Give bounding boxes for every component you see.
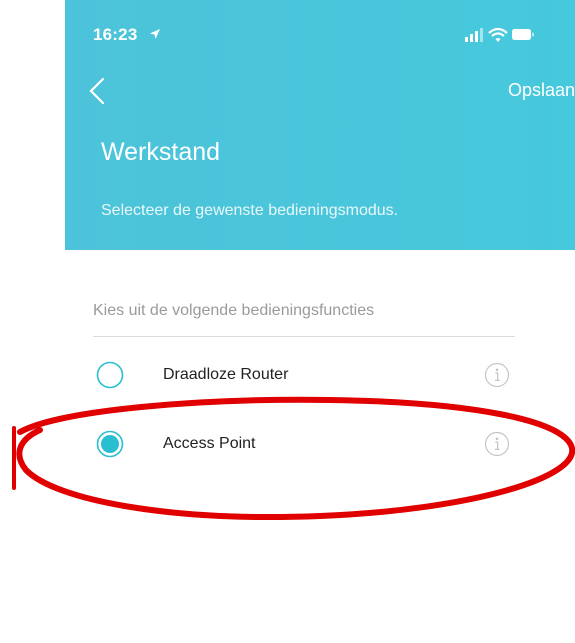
phone-screen: 16:23 Opslaan Werkstand Selecteer de gew…: [65, 0, 575, 643]
option-draadloze-router[interactable]: Draadloze Router: [65, 350, 575, 400]
status-bar: 16:23: [65, 0, 575, 62]
divider: [93, 336, 515, 337]
wifi-icon: [488, 27, 508, 42]
section-label: Kies uit de volgende bedieningsfuncties: [93, 302, 375, 319]
header: 16:23 Opslaan Werkstand Selecteer de gew…: [65, 0, 575, 250]
option-label: Access Point: [163, 435, 256, 452]
option-access-point[interactable]: Access Point: [65, 418, 575, 468]
info-icon[interactable]: [484, 431, 510, 457]
back-button[interactable]: [83, 74, 113, 108]
content-area: Kies uit de volgende bedieningsfuncties …: [65, 250, 575, 643]
screenshot-canvas: 16:23 Opslaan Werkstand Selecteer de gew…: [0, 0, 575, 643]
radio-unselected-icon[interactable]: [96, 361, 124, 389]
option-label: Draadloze Router: [163, 366, 289, 383]
radio-selected-icon[interactable]: [96, 430, 124, 458]
page-title: Werkstand: [101, 138, 221, 166]
status-icons: [465, 27, 534, 42]
page-subtitle: Selecteer de gewenste bedieningsmodus.: [101, 202, 399, 219]
status-time: 16:23: [93, 25, 138, 44]
save-button[interactable]: Opslaan: [465, 80, 575, 101]
info-icon[interactable]: [484, 362, 510, 388]
location-arrow-icon: [150, 29, 160, 39]
signal-bars-icon: [465, 28, 483, 42]
chevron-left-icon: [89, 77, 105, 105]
battery-icon: [512, 29, 534, 40]
